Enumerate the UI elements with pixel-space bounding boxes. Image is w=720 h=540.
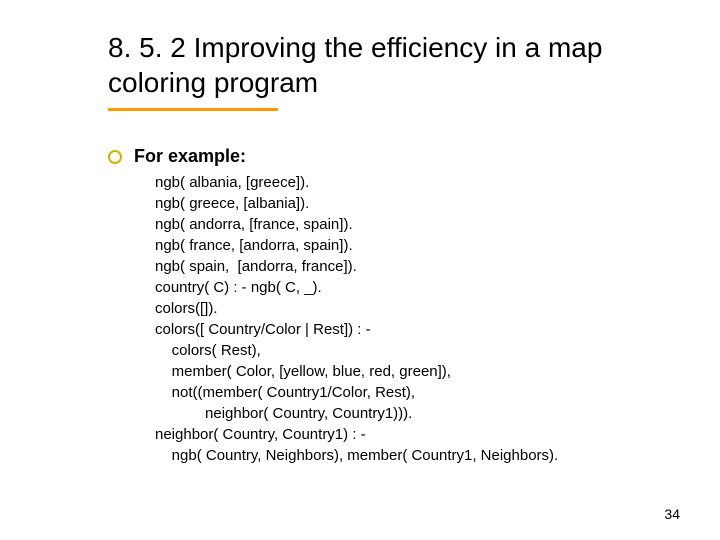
code-block: ngb( albania, [greece]). ngb( greece, [a…	[155, 172, 695, 466]
bullet-circle-icon	[108, 150, 122, 164]
title-underline	[108, 108, 278, 111]
bullet-label: For example:	[134, 146, 246, 167]
bullet-item: For example:	[108, 146, 246, 167]
page-number: 34	[664, 506, 680, 522]
slide-title: 8. 5. 2 Improving the efficiency in a ma…	[108, 30, 668, 100]
slide: 8. 5. 2 Improving the efficiency in a ma…	[0, 0, 720, 540]
